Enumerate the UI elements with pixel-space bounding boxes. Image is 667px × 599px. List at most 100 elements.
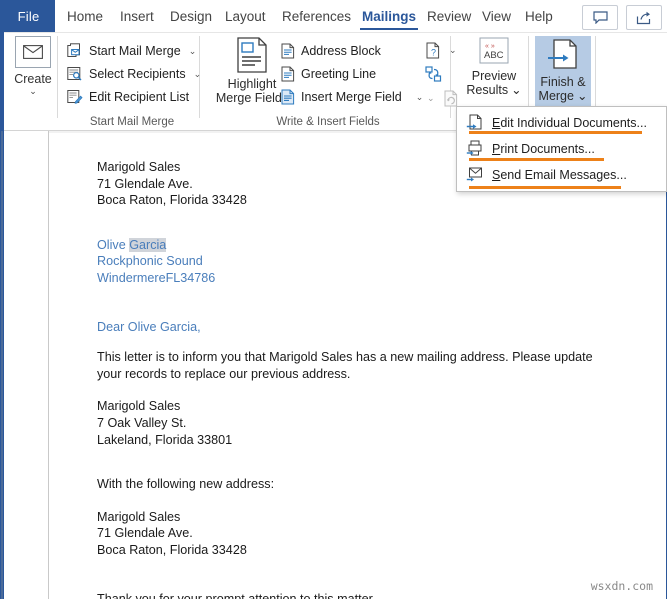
annotation-underline-send-email-messages [469, 186, 621, 189]
svg-text:ABC: ABC [484, 50, 504, 61]
highlight-merge-fields-icon [237, 37, 267, 73]
address-block-icon [281, 43, 295, 59]
start-mail-merge-button[interactable]: Start Mail Merge ⌄ [67, 40, 196, 62]
tab-home[interactable]: Home [60, 0, 110, 32]
edit-recipient-list-icon [67, 90, 83, 104]
select-recipients-label: Select Recipients [89, 67, 186, 81]
insert-merge-field-icon [281, 89, 295, 105]
group-label-start-mail-merge: Start Mail Merge [89, 116, 175, 128]
tab-help-label: Help [525, 8, 553, 24]
svg-text:« »: « » [485, 43, 495, 50]
menu-item-send-email-messages-label: Send Email Messages... [492, 168, 627, 182]
tab-insert[interactable]: Insert [113, 0, 161, 32]
start-mail-merge-label: Start Mail Merge [89, 44, 181, 58]
match-fields-button[interactable] [425, 63, 443, 85]
create-button-label: Create [14, 72, 52, 86]
document-page[interactable]: Marigold Sales 71 Glendale Ave. Boca Rat… [48, 131, 667, 599]
old-address-line-1: Marigold Sales [97, 399, 181, 414]
start-mail-merge-icon [67, 43, 80, 57]
tab-references[interactable]: References [275, 0, 358, 32]
share-button[interactable] [626, 5, 662, 30]
comment-button[interactable] [582, 5, 618, 30]
tab-mailings-label: Mailings [362, 8, 417, 24]
tab-help[interactable]: Help [518, 0, 560, 32]
insert-merge-field-caret: ⌄ [415, 91, 424, 102]
svg-text:?: ? [431, 47, 436, 57]
preview-results-caret: ⌄ [511, 83, 522, 97]
recipient-line-2: Rockphonic Sound [97, 254, 203, 269]
rules-icon: ? [426, 42, 440, 58]
envelope-icon [15, 36, 51, 68]
tab-view-label: View [482, 8, 512, 24]
rules-button[interactable]: ? ⌄ [425, 39, 457, 61]
salutation: Dear Olive Garcia, [97, 319, 201, 334]
create-button-caret: ⌄ [29, 86, 37, 96]
match-fields-icon [425, 65, 442, 82]
new-address-intro: With the following new address: [97, 477, 275, 492]
address-block-label: Address Block [301, 44, 381, 58]
abc-preview-icon: « » ABC [479, 37, 509, 64]
highlight-merge-fields-label-line2: Merge Fields [215, 91, 289, 105]
document-canvas: Marigold Sales 71 Glendale Ave. Boca Rat… [4, 131, 667, 599]
old-address-line-2: 7 Oak Valley St. [97, 415, 187, 430]
window-left-accent-strip-lower [1, 131, 3, 599]
rules-caret: ⌄ [449, 44, 457, 55]
tab-layout[interactable]: Layout [218, 0, 273, 32]
greeting-line-icon [281, 66, 295, 82]
tab-review[interactable]: Review [420, 0, 478, 32]
edit-individual-documents-icon [466, 114, 482, 130]
greeting-line-label: Greeting Line [301, 67, 377, 81]
create-button[interactable]: Create ⌄ [5, 36, 61, 96]
preview-results-label-line2: Results [466, 83, 509, 97]
finish-and-merge-caret: ⌄ [576, 89, 588, 103]
share-icon [636, 11, 651, 24]
tab-file[interactable]: File [2, 0, 55, 32]
highlight-merge-fields-label-line1: Highlight [227, 77, 277, 91]
annotation-underline-edit-individual-documents [469, 131, 642, 134]
print-documents-icon [466, 140, 482, 156]
new-address-line-3: Boca Raton, Florida 33428 [97, 542, 247, 557]
tab-review-label: Review [427, 8, 472, 24]
document-text-body[interactable]: Marigold Sales 71 Glendale Ave. Boca Rat… [97, 159, 617, 599]
tab-design[interactable]: Design [163, 0, 219, 32]
recipient-line-3: WindermereFL34786 [97, 270, 216, 285]
select-recipients-button[interactable]: Select Recipients ⌄ [67, 63, 201, 85]
new-address-line-2: 71 Glendale Ave. [97, 526, 193, 541]
group-label-write-insert-fields: Write & Insert Fields [276, 116, 380, 128]
menu-item-send-email-messages[interactable]: Send Email Messages... [457, 162, 666, 188]
finish-and-merge-menu: Edit Individual Documents... Print Docum… [456, 106, 667, 192]
finish-and-merge-label-line2: Merge [538, 89, 574, 103]
start-mail-merge-caret: ⌄ [188, 45, 197, 56]
finish-and-merge-icon [548, 39, 577, 69]
ribbon-tab-bar: File Home Insert Design Layout Reference… [0, 0, 667, 33]
tab-insert-label: Insert [120, 8, 154, 24]
tab-references-label: References [282, 8, 352, 24]
recipient-last-name-selected: Garcia [129, 237, 167, 252]
update-labels-button[interactable]: ⌄ [425, 87, 459, 109]
menu-item-print-documents-label: Print Documents... [492, 142, 595, 156]
sender-line-3: Boca Raton, Florida 33428 [97, 193, 247, 208]
menu-item-edit-individual-documents-label: Edit Individual Documents... [492, 116, 647, 130]
select-recipients-icon [67, 67, 82, 81]
tab-layout-label: Layout [225, 8, 266, 24]
insert-merge-field-button[interactable]: Insert Merge Field ⌄ [281, 86, 423, 108]
finish-and-merge-button[interactable]: Finish & Merge ⌄ [535, 36, 591, 106]
address-block-button[interactable]: Address Block [281, 40, 381, 62]
tab-mailings[interactable]: Mailings [355, 0, 423, 32]
preview-results-label-line1: Preview [471, 69, 517, 83]
recipient-first-name: Olive [97, 237, 130, 252]
insert-merge-field-label: Insert Merge Field [301, 90, 402, 104]
greeting-line-button[interactable]: Greeting Line [281, 63, 376, 85]
edit-recipient-list-button[interactable]: Edit Recipient List [67, 86, 189, 108]
annotation-underline-print-documents [469, 158, 604, 161]
update-labels-icon [444, 90, 457, 106]
recipient-line-1: Olive Garcia [97, 237, 617, 254]
tab-view[interactable]: View [475, 0, 518, 32]
select-recipients-caret: ⌄ [193, 68, 202, 79]
preview-results-button[interactable]: « » ABC Preview Results ⌄ [465, 36, 523, 97]
new-address-line-1: Marigold Sales [97, 509, 181, 524]
